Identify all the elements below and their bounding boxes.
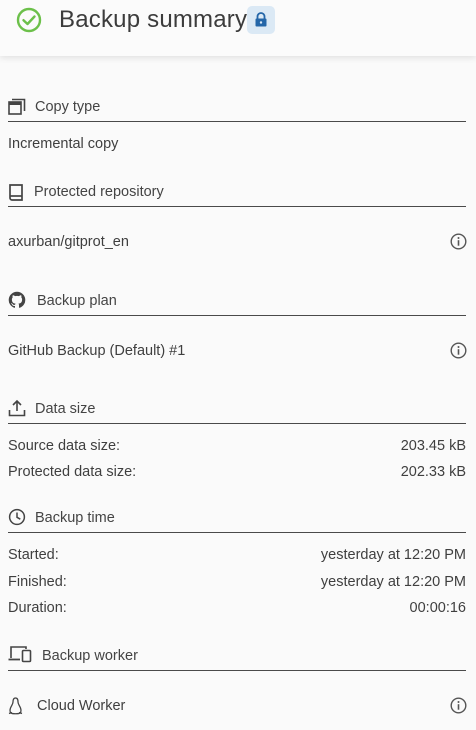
duration-row: Duration: 00:00:16 bbox=[8, 598, 466, 618]
source-size-value: 203.45 kB bbox=[400, 438, 466, 454]
lock-icon bbox=[255, 12, 267, 27]
upload-icon bbox=[8, 399, 26, 417]
book-icon bbox=[9, 184, 23, 201]
duration-key: Duration: bbox=[8, 600, 67, 616]
clock-icon bbox=[8, 508, 26, 526]
repository-value: axurban/gitprot_en bbox=[8, 234, 129, 250]
started-row: Started: yesterday at 12:20 PM bbox=[8, 545, 466, 565]
repository-info-icon[interactable] bbox=[450, 233, 467, 250]
source-size-key: Source data size: bbox=[8, 438, 121, 454]
plan-value: GitHub Backup (Default) #1 bbox=[8, 343, 186, 359]
repository-row: axurban/gitprot_en bbox=[8, 232, 466, 252]
copy-type-label: Copy type bbox=[35, 99, 101, 115]
repository-heading: Protected repository bbox=[8, 183, 466, 207]
backup-time-heading: Backup time bbox=[8, 508, 466, 533]
plan-label: Backup plan bbox=[37, 293, 117, 309]
finished-key: Finished: bbox=[8, 574, 67, 590]
data-size-heading: Data size bbox=[8, 399, 466, 424]
linux-icon bbox=[8, 697, 23, 715]
protected-size-value: 202.33 kB bbox=[400, 464, 466, 480]
backup-worker-label: Backup worker bbox=[42, 648, 138, 664]
worker-value: Cloud Worker bbox=[37, 698, 126, 714]
finished-row: Finished: yesterday at 12:20 PM bbox=[8, 572, 466, 592]
backup-worker-heading: Backup worker bbox=[8, 646, 466, 671]
protected-size-key: Protected data size: bbox=[8, 464, 137, 480]
lock-badge[interactable] bbox=[247, 6, 275, 34]
duration-value: 00:00:16 bbox=[409, 600, 466, 616]
copy-type-value: Incremental copy bbox=[8, 136, 119, 152]
plan-row: GitHub Backup (Default) #1 bbox=[8, 341, 466, 361]
repository-label: Protected repository bbox=[34, 184, 164, 200]
summary-header: Backup summary bbox=[0, 0, 476, 56]
github-icon bbox=[8, 291, 26, 308]
plan-heading: Backup plan bbox=[8, 291, 466, 316]
check-circle-icon bbox=[16, 7, 42, 33]
worker-info-icon[interactable] bbox=[450, 697, 467, 714]
data-size-label: Data size bbox=[35, 401, 96, 417]
finished-value: yesterday at 12:20 PM bbox=[320, 574, 466, 590]
page-title: Backup summary bbox=[59, 6, 248, 33]
started-value: yesterday at 12:20 PM bbox=[320, 547, 466, 563]
copy-type-heading: Copy type bbox=[8, 98, 466, 122]
copy-icon bbox=[8, 98, 26, 115]
devices-icon bbox=[8, 646, 32, 663]
source-size-row: Source data size: 203.45 kB bbox=[8, 436, 466, 456]
plan-info-icon[interactable] bbox=[450, 342, 467, 359]
protected-size-row: Protected data size: 202.33 kB bbox=[8, 462, 466, 482]
started-key: Started: bbox=[8, 547, 59, 563]
backup-time-label: Backup time bbox=[35, 510, 115, 526]
worker-row: Cloud Worker bbox=[8, 696, 466, 716]
